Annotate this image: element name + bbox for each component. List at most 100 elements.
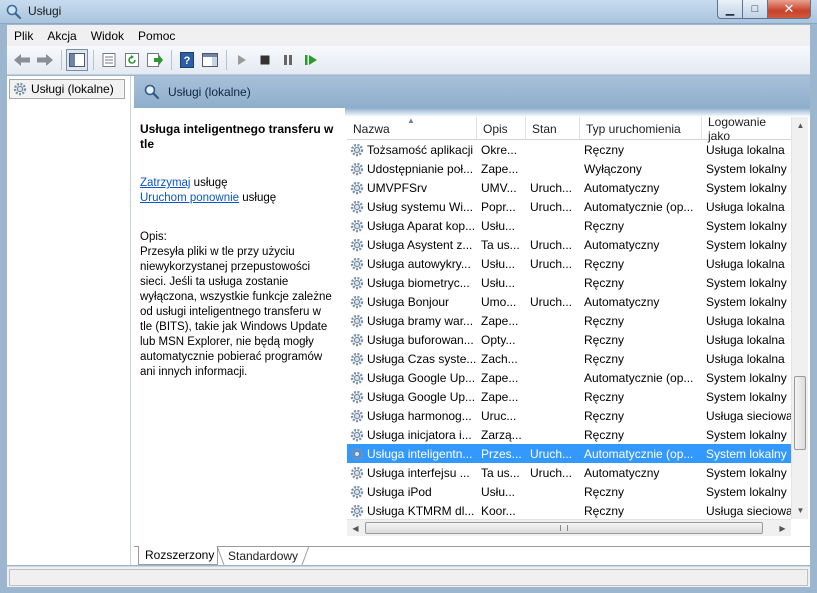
restart-service-link[interactable]: Uruchom ponownie (140, 192, 239, 204)
service-log-on-as: Usługa lokalna (706, 199, 785, 214)
service-startup-type: Ręczny (584, 275, 625, 290)
service-startup-type: Ręczny (584, 218, 625, 233)
back-button[interactable] (11, 49, 33, 71)
restart-icon (305, 55, 317, 65)
service-log-on-as: System lokalny (706, 427, 787, 442)
help-button[interactable]: ? (176, 49, 198, 71)
table-row[interactable]: Usługa Bonjour Umo... Uruch... Automatyczny… (347, 292, 791, 311)
service-rows: Tożsamość aplikacji Okre... Ręczny Usługa l… (347, 140, 791, 519)
services-list-container: Nazwa ▲ Opis Stan Typ uruchomienia Logow… (345, 108, 810, 546)
service-startup-type: Ręczny (584, 313, 625, 328)
column-header-description[interactable]: Opis (477, 117, 526, 140)
service-name: Usługa bramy war... (347, 311, 477, 330)
table-row-selected[interactable]: Usługa inteligentn... Przes... Uruch... Aut… (347, 444, 791, 463)
table-row[interactable]: Usługa Asystent z... Ta us... Uruch... Auto… (347, 235, 791, 254)
service-log-on-as: System lokalny (706, 237, 787, 252)
menu-help[interactable]: Pomoc (131, 29, 182, 43)
table-row[interactable]: Usługa harmonog... Uruc... Ręczny Usługa si… (347, 406, 791, 425)
table-row[interactable]: Usługa Google Up... Zape... Ręczny System l… (347, 387, 791, 406)
stop-service-link[interactable]: Zatrzymaj (140, 177, 190, 189)
vertical-scroll-thumb[interactable] (794, 376, 806, 450)
service-gear-icon (350, 504, 364, 517)
service-name: Usługa Bonjour (347, 292, 477, 311)
minimize-button[interactable]: ▁ (717, 0, 743, 19)
service-status: Uruch... (530, 256, 573, 271)
service-startup-type: Automatyczny (584, 465, 660, 480)
column-header-log-on-as[interactable]: Logowanie jako (702, 117, 791, 143)
column-header-row: Nazwa ▲ Opis Stan Typ uruchomienia Logow… (347, 117, 791, 143)
table-row[interactable]: Usługa interfejsu ... Ta us... Uruch... Aut… (347, 463, 791, 482)
services-list[interactable]: Nazwa ▲ Opis Stan Typ uruchomienia Logow… (347, 117, 791, 519)
show-hide-tree-button[interactable] (66, 49, 88, 71)
horizontal-scrollbar[interactable]: ◀ ▶ (347, 519, 791, 536)
service-name: UMVPFSrv (347, 178, 477, 197)
export-list-button[interactable] (144, 49, 166, 71)
service-status (526, 273, 580, 292)
service-status (526, 311, 580, 330)
table-row[interactable]: Usługa Google Up... Zape... Automatycznie … (347, 368, 791, 387)
service-name: Usługa autowykry... (347, 254, 477, 273)
show-action-pane-button[interactable] (199, 49, 221, 71)
restart-link-suffix: usługę (239, 192, 277, 204)
service-log-on-as: System lokalny (706, 446, 787, 461)
scroll-down-arrow-icon[interactable]: ▼ (792, 502, 809, 519)
tab-extended[interactable]: Rozszerzony (138, 546, 218, 565)
service-description: Usłu... (481, 256, 516, 271)
service-status (526, 330, 580, 349)
search-magnifier-icon (144, 84, 160, 100)
column-header-status[interactable]: Stan (526, 117, 580, 140)
table-row[interactable]: Usługa bramy war... Zape... Ręczny Usługa l… (347, 311, 791, 330)
toolbar-separator (93, 50, 94, 70)
service-title: Usługa inteligentnego transferu w tle (140, 122, 334, 151)
table-row[interactable]: Usługa KTMRM dl... Koor... Ręczny Usługa si… (347, 501, 791, 519)
column-header-name[interactable]: Nazwa ▲ (347, 117, 477, 140)
tree-item-local-services[interactable]: Usługi (lokalne) (9, 79, 125, 99)
service-description: Usłu... (481, 484, 516, 499)
stop-service-button[interactable] (254, 49, 276, 71)
table-row[interactable]: Usług systemu Wi... Popr... Uruch... Automa… (347, 197, 791, 216)
tab-standard[interactable]: Standardowy (222, 546, 304, 565)
start-service-button[interactable] (231, 49, 253, 71)
service-gear-icon (350, 390, 364, 403)
title-bar: Usługi ▁ □ ✕ (0, 0, 817, 24)
table-row[interactable]: Usługa inicjatora i... Zarzą... Ręczny Syst… (347, 425, 791, 444)
status-pane (9, 569, 808, 586)
table-row[interactable]: Usługa biometryc... Usłu... Ręczny System l… (347, 273, 791, 292)
description-label: Opis: (140, 231, 167, 243)
status-bar (7, 566, 810, 587)
properties-button[interactable] (98, 49, 120, 71)
menu-view[interactable]: Widok (84, 29, 131, 43)
table-row[interactable]: Usługa Aparat kop... Usłu... Ręczny System … (347, 216, 791, 235)
service-startup-type: Ręczny (584, 503, 625, 518)
menu-file[interactable]: Plik (7, 29, 40, 43)
close-icon: ✕ (783, 1, 795, 16)
restart-service-button[interactable] (300, 49, 322, 71)
service-description: Zape... (481, 313, 519, 328)
table-row[interactable]: UMVPFSrv UMV... Uruch... Automatyczny System… (347, 178, 791, 197)
forward-arrow-icon (37, 54, 53, 66)
scroll-left-arrow-icon[interactable]: ◀ (347, 520, 364, 537)
refresh-button[interactable] (121, 49, 143, 71)
scroll-up-arrow-icon[interactable]: ▲ (792, 117, 809, 134)
menu-action[interactable]: Akcja (40, 29, 83, 43)
table-row[interactable]: Usługa autowykry... Usłu... Uruch... Ręczny… (347, 254, 791, 273)
console-tree-icon (69, 53, 85, 67)
vertical-scrollbar[interactable]: ▲ ▼ (791, 117, 808, 519)
scroll-right-arrow-icon[interactable]: ▶ (774, 520, 791, 537)
service-startup-type: Automatyczny (584, 180, 660, 195)
table-row[interactable]: Usługa Czas syste... Zach... Ręczny Usługa … (347, 349, 791, 368)
table-row[interactable]: Usługa buforowan... Opty... Ręczny Usługa l… (347, 330, 791, 349)
close-button[interactable]: ✕ (768, 0, 811, 19)
pause-service-button[interactable] (277, 49, 299, 71)
table-row[interactable]: Usługa iPod Usłu... Ręczny System lokalny (347, 482, 791, 501)
services-panel: Usługi (lokalne) Usługa inteligentnego t… (134, 76, 810, 565)
column-header-startup-type[interactable]: Typ uruchomienia (580, 117, 702, 140)
panel-title: Usługi (lokalne) (168, 85, 251, 99)
service-startup-type: Ręczny (584, 256, 625, 271)
table-row[interactable]: Tożsamość aplikacji Okre... Ręczny Usługa l… (347, 140, 791, 159)
table-row[interactable]: Udostępnianie poł... Zape... Wyłączony Syst… (347, 159, 791, 178)
forward-button[interactable] (34, 49, 56, 71)
maximize-button[interactable]: □ (743, 0, 768, 19)
horizontal-scroll-thumb[interactable] (365, 522, 763, 534)
services-app-icon (6, 4, 22, 20)
